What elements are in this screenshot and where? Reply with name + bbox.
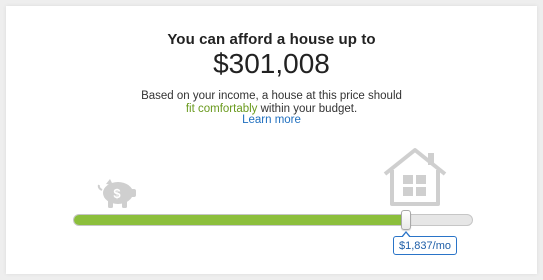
piggy-bank-dollar-icon: $ xyxy=(97,179,136,208)
affordability-description: Based on your income, a house at this pr… xyxy=(0,90,543,116)
monthly-payment-tooltip: $1,837/mo xyxy=(393,231,457,255)
affordability-slider[interactable] xyxy=(73,210,473,230)
learn-more-link[interactable]: Learn more xyxy=(0,114,543,126)
svg-text:$: $ xyxy=(113,186,121,201)
description-line1: Based on your income, a house at this pr… xyxy=(141,90,402,102)
headline: You can afford a house up to xyxy=(167,31,376,48)
house-icon xyxy=(383,148,447,206)
affordable-amount: $301,008 xyxy=(213,48,330,79)
slider-handle[interactable] xyxy=(401,210,411,230)
tooltip-arrow-inner xyxy=(402,233,410,238)
slider-fill xyxy=(74,215,406,225)
monthly-payment-value: $1,837/mo xyxy=(399,240,451,252)
